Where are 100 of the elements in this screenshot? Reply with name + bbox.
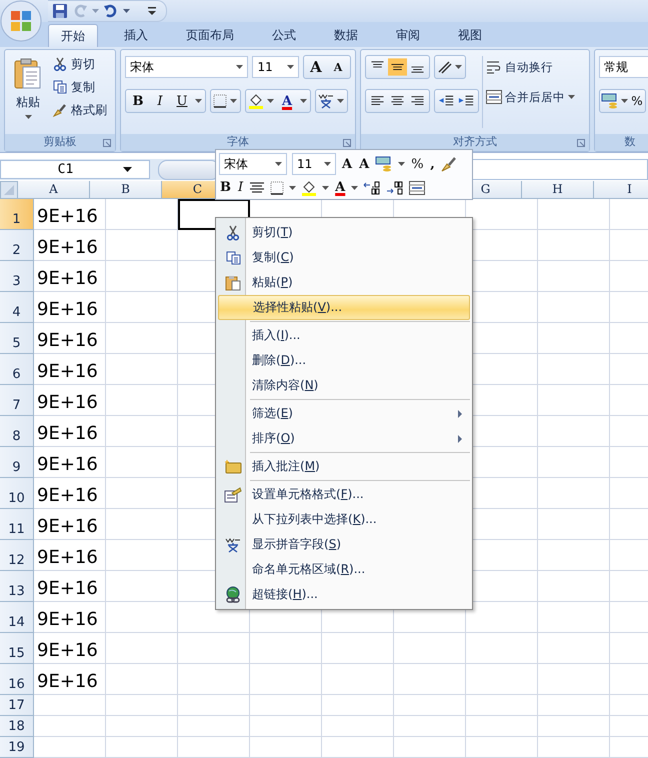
row-header[interactable]: 13: [0, 571, 34, 602]
font-color-button[interactable]: A: [334, 180, 346, 196]
ribbon-tab[interactable]: 开始: [48, 24, 98, 47]
number-format-field[interactable]: 常规: [599, 56, 648, 78]
menu-item[interactable]: 清除内容(N): [218, 373, 470, 398]
row-header[interactable]: 18: [0, 716, 34, 737]
italic-button[interactable]: I: [237, 180, 244, 196]
row-header[interactable]: 8: [0, 416, 34, 447]
percent-button[interactable]: %: [410, 156, 424, 172]
launcher-icon[interactable]: [577, 139, 585, 147]
menu-item[interactable]: 排序(O): [218, 426, 470, 451]
font-size-field[interactable]: 11: [252, 56, 299, 78]
currency-icon[interactable]: [375, 156, 394, 172]
italic-button[interactable]: I: [150, 91, 170, 111]
decrease-decimal-icon[interactable]: [386, 180, 404, 195]
menu-item[interactable]: 插入(I)...: [218, 323, 470, 348]
ribbon-tab[interactable]: 视图: [446, 24, 494, 47]
menu-item[interactable]: 从下拉列表中选择(K)...: [218, 507, 470, 532]
phonetic-icon[interactable]: [318, 93, 334, 109]
currency-icon[interactable]: [601, 93, 619, 109]
row-header[interactable]: 2: [0, 230, 34, 261]
row-header[interactable]: 12: [0, 540, 34, 571]
bold-button[interactable]: B: [219, 180, 232, 196]
menu-item[interactable]: 复制(C): [218, 245, 470, 270]
row-header[interactable]: 19: [0, 737, 34, 758]
menu-item[interactable]: 设置单元格格式(F)...: [218, 482, 470, 507]
vertical-align-icon[interactable]: [388, 57, 407, 77]
shrink-font-button[interactable]: A: [358, 156, 370, 172]
launcher-icon[interactable]: [103, 139, 111, 147]
row-header[interactable]: 16: [0, 664, 34, 695]
menu-item[interactable]: 插入批注(M): [218, 454, 470, 479]
caret-icon[interactable]: [337, 99, 344, 103]
column-header[interactable]: B: [90, 181, 162, 199]
merge-center-button[interactable]: 合并后居中: [486, 87, 575, 107]
column-header[interactable]: A: [18, 181, 90, 199]
row-header[interactable]: 15: [0, 633, 34, 664]
menu-item[interactable]: 显示拼音字段(S): [218, 532, 470, 557]
fill-color-icon[interactable]: [301, 180, 318, 196]
row-header[interactable]: 10: [0, 478, 34, 509]
ribbon-tab[interactable]: 数据: [322, 24, 370, 47]
name-box[interactable]: C1: [0, 160, 150, 179]
fill-color-icon[interactable]: [248, 93, 264, 109]
ribbon-tab[interactable]: 插入: [112, 24, 160, 47]
clipboard-button[interactable]: 格式刷: [51, 100, 109, 120]
menu-item[interactable]: 粘贴(P): [218, 270, 470, 295]
menu-item[interactable]: 删除(D)...: [218, 348, 470, 373]
undo-icon[interactable]: [103, 3, 119, 19]
caret-icon[interactable]: [123, 9, 130, 13]
comma-button[interactable]: ,: [429, 156, 436, 172]
grow-font-button[interactable]: A: [341, 156, 354, 172]
menu-item[interactable]: 超链接(H)...: [218, 582, 470, 607]
underline-button[interactable]: U: [172, 91, 192, 111]
row-header[interactable]: 9: [0, 447, 34, 478]
row-header[interactable]: 7: [0, 385, 34, 416]
ribbon-tab[interactable]: 公式: [260, 24, 308, 47]
column-header[interactable]: H: [522, 181, 594, 199]
menu-item[interactable]: 选择性粘贴(V)...: [218, 295, 470, 320]
customize-icon[interactable]: [148, 7, 156, 15]
grow-font-button[interactable]: A: [306, 57, 326, 77]
row-header[interactable]: 17: [0, 695, 34, 716]
clipboard-button[interactable]: 复制: [51, 77, 109, 97]
ribbon-tab[interactable]: 页面布局: [174, 24, 246, 47]
border-icon[interactable]: [213, 94, 227, 108]
row-header[interactable]: 4: [0, 292, 34, 323]
wrap-text-button[interactable]: 自动换行: [486, 57, 575, 77]
caret-icon[interactable]: [621, 99, 628, 103]
menu-item[interactable]: 命名单元格区域(R)...: [218, 557, 470, 582]
caret-icon[interactable]: [195, 99, 202, 103]
center-align-icon[interactable]: [249, 180, 266, 195]
caret-icon[interactable]: [300, 99, 307, 103]
caret-icon[interactable]: [322, 186, 330, 190]
caret-icon[interactable]: [455, 65, 462, 69]
orientation-icon[interactable]: [437, 60, 453, 74]
row-header[interactable]: 1: [0, 199, 34, 230]
caret-icon[interactable]: [398, 162, 406, 166]
column-header[interactable]: I: [594, 181, 648, 199]
font-name-field[interactable]: 宋体: [125, 56, 248, 78]
row-header[interactable]: 14: [0, 602, 34, 633]
save-icon[interactable]: [52, 3, 68, 19]
caret-icon[interactable]: [351, 186, 358, 190]
clipboard-button[interactable]: 剪切: [51, 54, 109, 74]
caret-icon[interactable]: [267, 99, 274, 103]
menu-item[interactable]: 剪切(T): [218, 220, 470, 245]
border-icon[interactable]: [270, 180, 284, 195]
paste-button[interactable]: 粘贴: [9, 54, 47, 130]
shrink-font-button[interactable]: A: [328, 57, 348, 77]
row-header[interactable]: 5: [0, 323, 34, 354]
caret-icon[interactable]: [289, 186, 296, 190]
brush-icon[interactable]: [440, 156, 457, 172]
ribbon-tab[interactable]: 审阅: [384, 24, 432, 47]
launcher-icon[interactable]: [343, 139, 351, 147]
merge-icon[interactable]: [409, 180, 426, 195]
menu-item[interactable]: 筛选(E): [218, 401, 470, 426]
bold-button[interactable]: B: [128, 91, 148, 111]
font-size-field[interactable]: 11: [292, 153, 336, 176]
increase-decimal-icon[interactable]: [363, 180, 382, 195]
caret-icon[interactable]: [230, 99, 237, 103]
row-header[interactable]: 6: [0, 354, 34, 385]
row-header[interactable]: 11: [0, 509, 34, 540]
row-header[interactable]: 3: [0, 261, 34, 292]
